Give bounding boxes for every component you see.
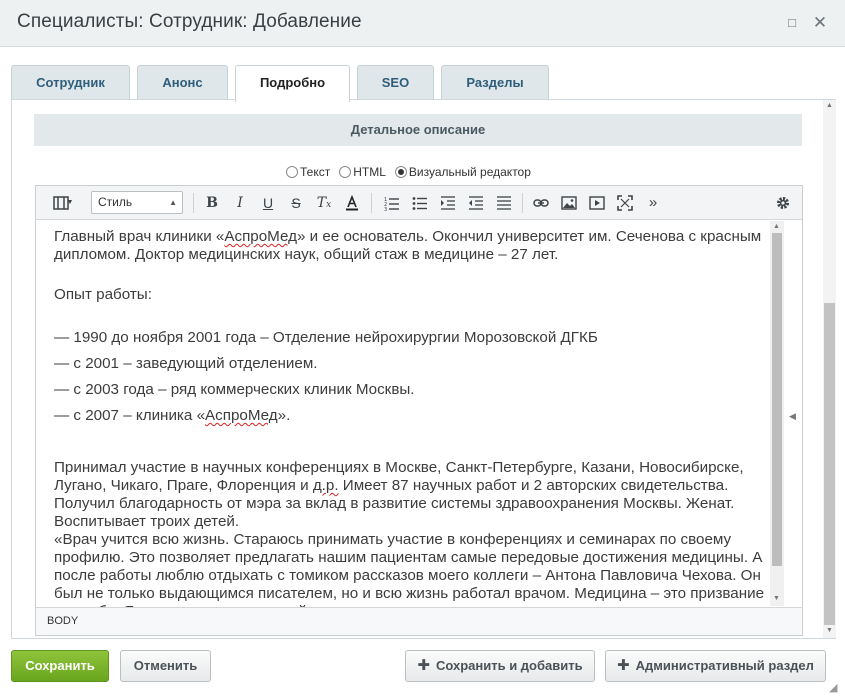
mode-visual-radio[interactable] bbox=[394, 166, 407, 178]
mode-text-option[interactable]: Текст bbox=[286, 165, 330, 179]
editor-scroll-thumb[interactable] bbox=[772, 233, 782, 566]
mode-html-label: HTML bbox=[353, 165, 386, 179]
mode-html-radio[interactable] bbox=[339, 166, 352, 178]
strikethrough-icon[interactable]: S bbox=[285, 192, 307, 214]
mode-html-option[interactable]: HTML bbox=[339, 165, 386, 179]
editor-toolbar: ▼ Стиль ▲ B I U S Tx 123 » bbox=[36, 186, 802, 220]
chevron-down-icon[interactable]: ▼ bbox=[64, 192, 76, 214]
indent-icon[interactable] bbox=[437, 192, 459, 214]
tab-seo[interactable]: SEO bbox=[357, 65, 434, 100]
style-select-value: Стиль bbox=[98, 195, 133, 209]
remove-format-icon[interactable]: Tx bbox=[313, 192, 335, 214]
mode-text-label: Текст bbox=[300, 165, 331, 179]
underline-icon[interactable]: U bbox=[257, 192, 279, 214]
list-item: — с 2003 года – ряд коммерческих клиник … bbox=[54, 381, 415, 398]
admin-section-label: Административный раздел bbox=[635, 658, 814, 673]
italic-icon[interactable]: I bbox=[229, 192, 251, 214]
editor-statusbar: BODY bbox=[36, 607, 802, 635]
link-icon[interactable] bbox=[530, 192, 552, 214]
text-color-icon[interactable] bbox=[341, 192, 363, 214]
more-icon[interactable]: » bbox=[642, 192, 664, 214]
tab-details[interactable]: Подробно bbox=[235, 65, 350, 102]
scroll-down-icon[interactable]: ▼ bbox=[826, 627, 833, 634]
tab-sections[interactable]: Разделы bbox=[441, 65, 549, 100]
plus-icon: ✚ bbox=[617, 657, 630, 674]
experience-heading: Опыт работы: bbox=[54, 286, 152, 303]
toolbar-separator bbox=[193, 193, 194, 213]
collapse-arrow-icon[interactable]: ◀ bbox=[789, 411, 796, 422]
maximize-icon[interactable]: □ bbox=[782, 13, 802, 33]
list-item: — 1990 до ноября 2001 года – Отделение н… bbox=[54, 329, 598, 346]
window-title: Специалисты: Сотрудник: Добавление bbox=[17, 11, 362, 32]
misspelled-word: д.р. bbox=[312, 477, 339, 494]
toolbar-separator bbox=[522, 193, 523, 213]
tab-employee[interactable]: Сотрудник bbox=[11, 65, 130, 100]
toolbar-separator bbox=[371, 193, 372, 213]
image-icon[interactable] bbox=[558, 192, 580, 214]
video-icon[interactable] bbox=[586, 192, 608, 214]
content-paragraph: Главный врач клиники «АспроМед» и ее осн… bbox=[54, 228, 762, 263]
editor-scrollbar[interactable]: ▲ ▼ bbox=[770, 221, 784, 606]
save-button[interactable]: Сохранить bbox=[11, 650, 109, 682]
visual-editor: ▼ Стиль ▲ B I U S Tx 123 » Главный врач … bbox=[35, 185, 803, 636]
scroll-up-icon[interactable]: ▲ bbox=[826, 102, 833, 109]
save-and-add-label: Сохранить и добавить bbox=[435, 658, 583, 673]
admin-section-button[interactable]: ✚ Административный раздел bbox=[605, 650, 826, 682]
save-and-add-button[interactable]: ✚ Сохранить и добавить bbox=[405, 650, 595, 682]
svg-text:3: 3 bbox=[384, 207, 387, 211]
list-item: — с 2001 – заведующий отделением. bbox=[54, 355, 318, 372]
mode-visual-label: Визуальный редактор bbox=[408, 165, 531, 179]
align-icon[interactable] bbox=[493, 192, 515, 214]
element-path[interactable]: BODY bbox=[47, 615, 78, 627]
style-select[interactable]: Стиль ▲ bbox=[91, 191, 183, 214]
close-icon[interactable]: ✕ bbox=[810, 13, 830, 33]
outdent-icon[interactable] bbox=[465, 192, 487, 214]
quote-paragraph: «Врач учится всю жизнь. Стараюсь принима… bbox=[54, 531, 765, 607]
chevron-down-icon: ▲ bbox=[169, 198, 177, 207]
list-item: — с 2007 – клиника «АспроМед». bbox=[54, 407, 291, 424]
content-paragraph: Принимал участие в научных конференциях … bbox=[54, 459, 744, 530]
window-titlebar: Специалисты: Сотрудник: Добавление □ ✕ bbox=[0, 0, 845, 47]
mode-visual-option[interactable]: Визуальный редактор bbox=[394, 165, 531, 179]
tab-announce[interactable]: Анонс bbox=[137, 65, 228, 100]
fullscreen-icon[interactable] bbox=[614, 192, 636, 214]
ordered-list-icon[interactable]: 123 bbox=[381, 192, 403, 214]
unordered-list-icon[interactable] bbox=[409, 192, 431, 214]
plus-icon: ✚ bbox=[417, 657, 430, 674]
editor-mode-switch: Текст HTML Визуальный редактор bbox=[286, 163, 531, 181]
bold-icon[interactable]: B bbox=[201, 192, 223, 214]
panel-scrollbar[interactable]: ▲ ▼ bbox=[823, 100, 836, 638]
resize-grip-icon[interactable]: ◢ bbox=[829, 681, 837, 694]
settings-icon[interactable] bbox=[772, 192, 794, 214]
cancel-button[interactable]: Отменить bbox=[120, 650, 211, 682]
panel-scroll-thumb[interactable] bbox=[824, 303, 835, 625]
section-title: Детальное описание bbox=[34, 114, 802, 146]
editor-content-area[interactable]: Главный врач клиники «АспроМед» и ее осн… bbox=[36, 220, 770, 607]
scroll-down-icon[interactable]: ▼ bbox=[773, 595, 780, 602]
scroll-up-icon[interactable]: ▲ bbox=[773, 223, 780, 230]
mode-text-radio[interactable] bbox=[286, 166, 298, 178]
misspelled-word: АспроМед bbox=[205, 407, 278, 424]
misspelled-word: АспроМед bbox=[224, 228, 297, 245]
